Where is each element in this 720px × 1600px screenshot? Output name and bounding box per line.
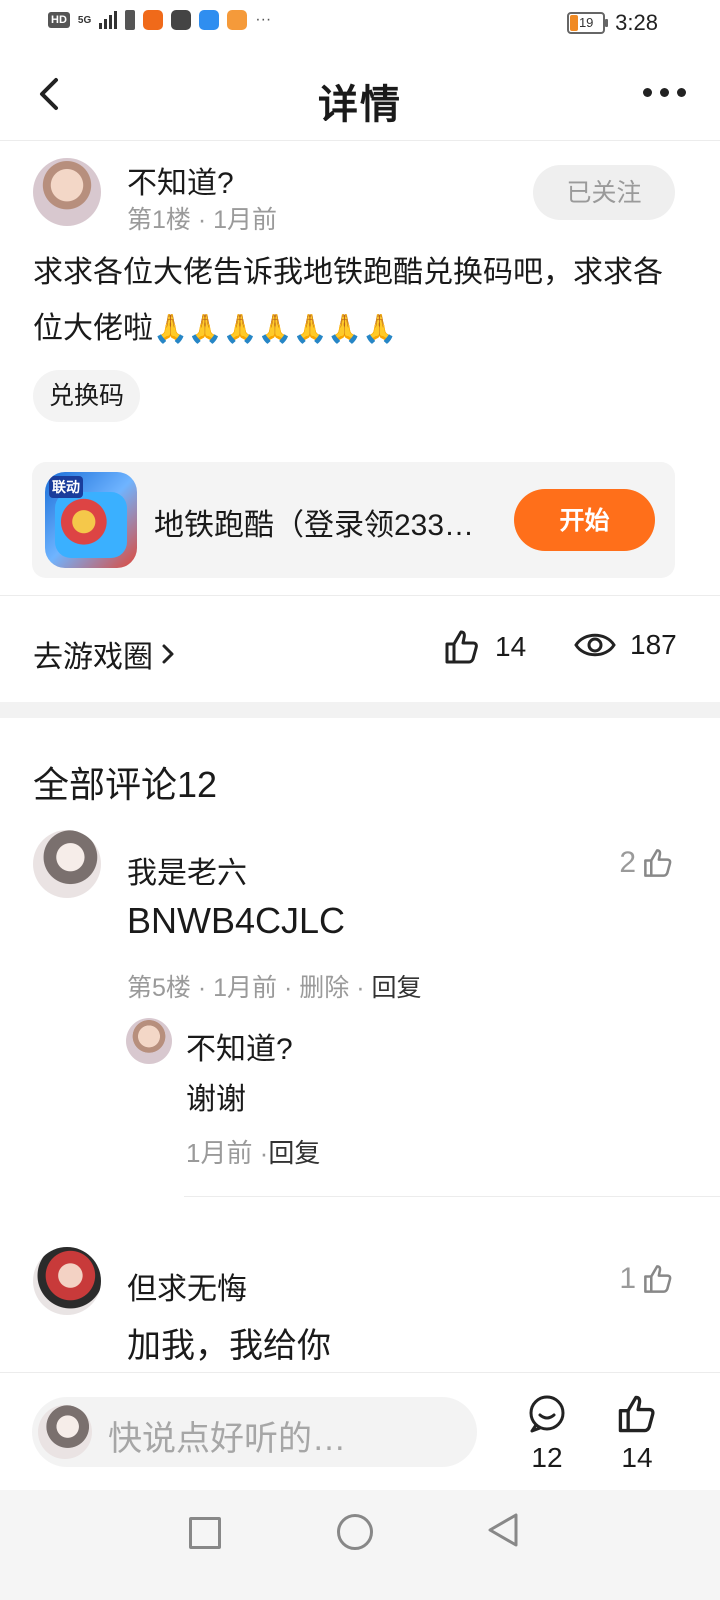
eye-icon [574,633,616,657]
post-view-count: 187 [630,629,677,660]
comment-like-count: 1 [619,1262,636,1295]
comment-author[interactable]: 但求无悔 [127,1264,247,1308]
reply-meta: 1月前 ·回复 [186,1133,320,1170]
comment-meta-info: 第5楼 · 1月前 · 删除 · [127,974,372,1002]
comments-count: 12 [531,1442,563,1473]
game-icon-badge: 联动 [49,476,83,498]
reply-reply-button[interactable]: 回复 [268,1138,320,1168]
go-to-game-circle-link[interactable]: 去游戏圈 [33,632,177,676]
signal-icon [99,11,118,29]
comment-text: BNWB4CJLC [127,900,346,941]
status-right: 19 3:28 [567,10,658,36]
more-notifications-icon: ··· [255,11,272,28]
divider [184,1196,720,1197]
battery-level: 19 [578,15,594,30]
comment-avatar[interactable] [33,830,101,898]
page-title: 详情 [318,83,402,127]
status-bar: HD 5G ··· 19 3:28 [0,0,720,50]
divider [0,595,720,596]
alert-icon [125,10,136,30]
thumbs-up-icon [618,1395,655,1433]
bottom-comment-bar: 快说点好听的… 12 14 [0,1372,720,1491]
post-like-button[interactable]: 14 [443,628,526,666]
post-stats-row: 去游戏圈 14 187 [0,600,720,700]
reply-avatar[interactable] [126,1018,172,1064]
comment-like-button[interactable]: 2 [619,846,674,880]
comment-like-button[interactable]: 1 [619,1262,674,1296]
cloud-app-icon [199,10,220,30]
section-divider [0,702,720,718]
battery-icon: 19 [567,12,609,34]
thumbs-up-icon [644,1265,672,1293]
my-avatar [38,1405,92,1459]
post-views: 187 [574,628,677,662]
system-nav-bar [0,1490,720,1600]
game-title: 地铁跑酷（登录领233… [154,509,475,542]
hd-indicator: HD [48,12,70,28]
download-app-icon [143,10,164,30]
comment-input[interactable]: 快说点好听的… [32,1397,477,1467]
chevron-right-icon [162,644,174,664]
reply-meta-info: 1月前 · [186,1138,269,1168]
comment-like-count: 2 [619,846,636,879]
recent-apps-button[interactable] [189,1517,221,1549]
comments-button[interactable]: 12 [522,1393,572,1474]
bag-app-icon [171,10,192,30]
status-icons: HD 5G ··· [48,10,271,30]
more-options-icon[interactable] [643,88,686,97]
post-meta: 第1楼 · 1月前 [127,206,278,234]
comment-author[interactable]: 我是老六 [127,848,247,892]
nav-back-button[interactable] [486,1512,520,1548]
thumbs-up-icon [644,849,672,877]
reply-author[interactable]: 不知道? [186,1024,293,1068]
post-like-count: 14 [495,631,527,662]
pray-emoji: 🙏🙏🙏🙏🙏🙏🙏 [153,313,398,344]
network-type: 5G [77,14,92,26]
home-button[interactable] [337,1514,373,1550]
follow-button[interactable]: 已关注 [533,165,675,220]
comment-bubble-icon [529,1395,565,1433]
reply-text: 谢谢 [186,1083,246,1116]
go-to-game-circle-label: 去游戏圈 [33,641,153,674]
post-tag[interactable]: 兑换码 [33,370,141,422]
game-card[interactable]: 联动 地铁跑酷（登录领233… 开始 [32,462,675,578]
thumbs-up-icon [445,630,478,664]
comment-avatar[interactable] [33,1247,101,1315]
video-app-icon [227,10,248,30]
comments-title: 全部评论12 [33,764,218,805]
top-header: 详情 [0,50,720,141]
start-game-button[interactable]: 开始 [514,489,655,551]
comment-meta: 第5楼 · 1月前 · 删除 · 回复 [127,968,421,1004]
comment-input-placeholder: 快说点好听的… [108,1420,346,1458]
post-author-name[interactable]: 不知道? [127,158,234,202]
post-author-avatar[interactable] [33,158,101,226]
comment-text: 加我，我给你 [127,1327,331,1365]
likes-count: 14 [621,1442,653,1473]
post-body: 求求各位大佬告诉我地铁跑酷兑换码吧，求求各位大佬啦🙏🙏🙏🙏🙏🙏🙏 [33,245,683,357]
comment-reply-button[interactable]: 回复 [371,974,421,1002]
game-icon: 联动 [45,472,137,568]
like-button[interactable]: 14 [612,1393,662,1474]
clock: 3:28 [615,10,658,35]
